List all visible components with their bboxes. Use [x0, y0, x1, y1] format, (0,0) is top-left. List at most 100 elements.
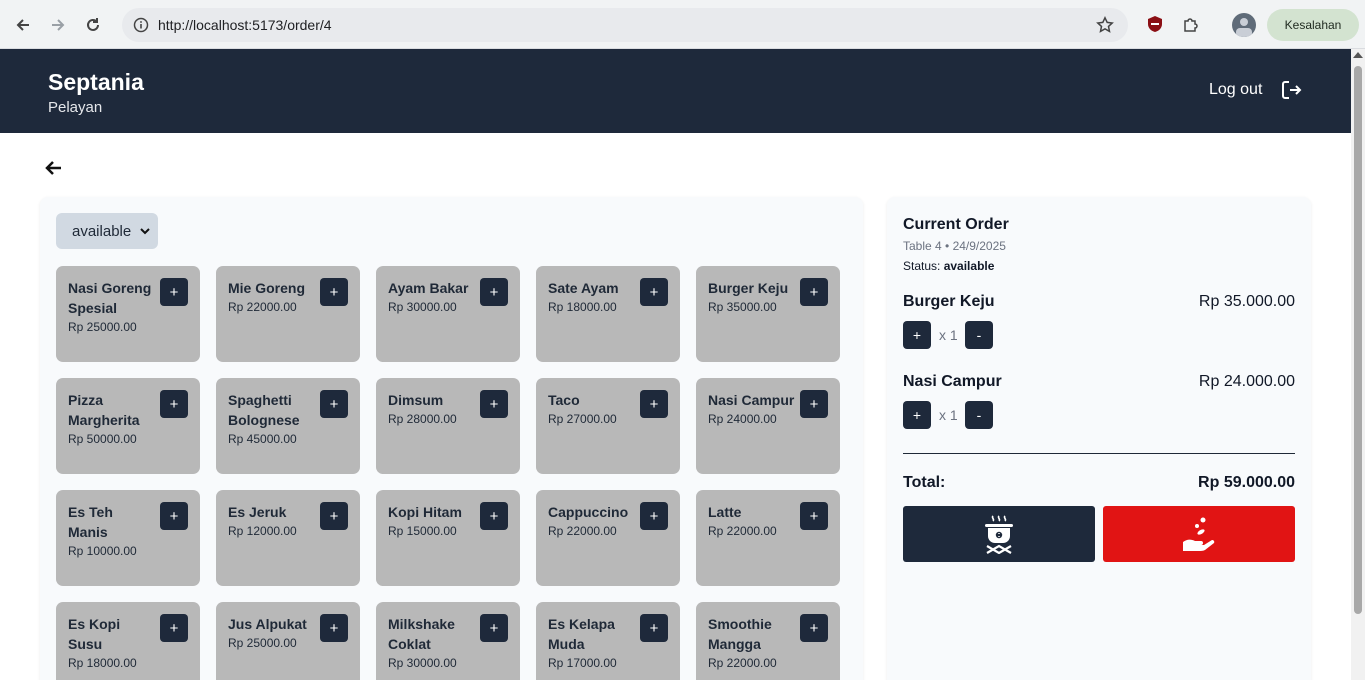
- menu-item-card: Latte Rp 22000.00 +: [696, 490, 840, 586]
- order-item-name: Burger Keju: [903, 293, 995, 310]
- add-item-button[interactable]: +: [480, 502, 508, 530]
- shield-extension-icon[interactable]: [1145, 14, 1165, 34]
- menu-item-name: Milkshake Coklat: [388, 616, 455, 652]
- menu-item-card: Spaghetti Bolognese Rp 45000.00 +: [216, 378, 360, 474]
- menu-grid: Nasi Goreng Spesial Rp 25000.00 + Mie Gore…: [56, 266, 840, 680]
- menu-item-price: Rp 10000.00: [68, 544, 137, 558]
- menu-item-name: Smoothie Mangga: [708, 616, 772, 652]
- menu-item-card: Burger Keju Rp 35000.00 +: [696, 266, 840, 362]
- status-label: Status:: [903, 259, 941, 273]
- increase-qty-button[interactable]: +: [903, 321, 931, 349]
- add-item-button[interactable]: +: [160, 278, 188, 306]
- order-item-price: Rp 24.000.00: [1198, 373, 1295, 390]
- increase-qty-button[interactable]: +: [903, 401, 931, 429]
- app-header: Septania Pelayan Log out: [0, 49, 1365, 133]
- scrollbar-thumb[interactable]: [1354, 66, 1362, 614]
- menu-item-card: Mie Goreng Rp 22000.00 +: [216, 266, 360, 362]
- menu-item-name: Cappuccino: [548, 504, 629, 520]
- add-item-button[interactable]: +: [640, 614, 668, 642]
- menu-panel: available Nasi Goreng Spesial Rp 25000.00…: [40, 197, 863, 680]
- menu-item-card: Es Kelapa Muda Rp 17000.00 +: [536, 602, 680, 680]
- add-item-button[interactable]: +: [480, 278, 508, 306]
- pay-button[interactable]: [1103, 506, 1295, 562]
- order-item-price: Rp 35.000.00: [1198, 293, 1295, 310]
- menu-item-card: Ayam Bakar Rp 30000.00 +: [376, 266, 520, 362]
- menu-item-card: Kopi Hitam Rp 15000.00 +: [376, 490, 520, 586]
- address-bar[interactable]: http://localhost:5173/order/4: [122, 8, 1128, 42]
- add-item-button[interactable]: +: [800, 502, 828, 530]
- menu-item-card: Nasi Goreng Spesial Rp 25000.00 +: [56, 266, 200, 362]
- add-item-button[interactable]: +: [800, 390, 828, 418]
- add-item-button[interactable]: +: [800, 614, 828, 642]
- menu-item-name: Dimsum: [388, 392, 444, 408]
- order-title: Current Order: [903, 216, 1009, 233]
- menu-item-name: Es Kopi Susu: [68, 616, 121, 652]
- user-name: Septania: [48, 69, 144, 95]
- decrease-qty-button[interactable]: -: [965, 401, 993, 429]
- add-item-button[interactable]: +: [800, 278, 828, 306]
- forward-nav-button[interactable]: [45, 12, 71, 38]
- error-chip[interactable]: Kesalahan: [1267, 9, 1359, 41]
- menu-item-card: Milkshake Coklat Rp 30000.00 +: [376, 602, 520, 680]
- menu-item-name: Spaghetti Bolognese: [228, 392, 300, 428]
- menu-item-card: Dimsum Rp 28000.00 +: [376, 378, 520, 474]
- menu-item-name: Nasi Campur: [708, 392, 795, 408]
- reload-button[interactable]: [80, 12, 106, 38]
- logout-button[interactable]: Log out: [1209, 79, 1302, 101]
- bookmark-star-icon[interactable]: [1096, 16, 1114, 34]
- send-to-kitchen-button[interactable]: [903, 506, 1095, 562]
- decrease-qty-button[interactable]: -: [965, 321, 993, 349]
- menu-item-name: Nasi Goreng Spesial: [68, 280, 152, 316]
- add-item-button[interactable]: +: [320, 502, 348, 530]
- add-item-button[interactable]: +: [160, 614, 188, 642]
- arrow-right-icon: [52, 19, 65, 31]
- order-item-name: Nasi Campur: [903, 373, 1002, 390]
- menu-item-price: Rp 17000.00: [548, 656, 617, 670]
- add-item-button[interactable]: +: [320, 390, 348, 418]
- back-nav-button[interactable]: [10, 12, 36, 38]
- menu-item-name: Kopi Hitam: [388, 504, 462, 520]
- menu-item-name: Ayam Bakar: [388, 280, 469, 296]
- add-item-button[interactable]: +: [160, 502, 188, 530]
- status-value: available: [943, 259, 995, 273]
- menu-item-card: Es Kopi Susu Rp 18000.00 +: [56, 602, 200, 680]
- order-divider: [903, 453, 1295, 454]
- menu-item-price: Rp 45000.00: [228, 432, 297, 446]
- add-item-button[interactable]: +: [640, 278, 668, 306]
- menu-item-name: Sate Ayam: [548, 280, 619, 296]
- menu-item-card: Taco Rp 27000.00 +: [536, 378, 680, 474]
- profile-avatar[interactable]: [1232, 13, 1256, 37]
- menu-item-name: Pizza Margherita: [68, 392, 140, 428]
- hand-pay-icon: [1183, 517, 1215, 551]
- add-item-button[interactable]: +: [640, 390, 668, 418]
- add-item-button[interactable]: +: [320, 278, 348, 306]
- scroll-up-arrow-icon[interactable]: [1353, 52, 1363, 58]
- menu-item-card: Cappuccino Rp 22000.00 +: [536, 490, 680, 586]
- menu-item-card: Pizza Margherita Rp 50000.00 +: [56, 378, 200, 474]
- logout-icon: [1282, 81, 1302, 99]
- total-label: Total:: [903, 474, 946, 491]
- add-item-button[interactable]: +: [480, 614, 508, 642]
- add-item-button[interactable]: +: [480, 390, 508, 418]
- site-info-icon[interactable]: [124, 8, 158, 42]
- back-arrow-icon[interactable]: [44, 158, 64, 178]
- menu-item-card: Es Jeruk Rp 12000.00 +: [216, 490, 360, 586]
- puzzle-extensions-icon[interactable]: [1181, 14, 1201, 34]
- add-item-button[interactable]: +: [640, 502, 668, 530]
- cooking-pot-icon: [985, 515, 1013, 554]
- filter-value: available: [72, 222, 132, 240]
- menu-item-name: Mie Goreng: [228, 280, 306, 296]
- menu-item-name: Es Jeruk: [228, 504, 287, 520]
- menu-item-card: Es Teh Manis Rp 10000.00 +: [56, 490, 200, 586]
- menu-item-card: Smoothie Mangga Rp 22000.00 +: [696, 602, 840, 680]
- add-item-button[interactable]: +: [320, 614, 348, 642]
- order-item-qty: x 1: [939, 327, 958, 343]
- add-item-button[interactable]: +: [160, 390, 188, 418]
- current-order-panel: Current Order Table 4 • 24/9/2025 Status…: [887, 197, 1311, 680]
- total-value: Rp 59.000.00: [1198, 474, 1295, 491]
- menu-item-price: Rp 18000.00: [68, 656, 137, 670]
- chevron-down-icon: [140, 228, 150, 235]
- url-text: http://localhost:5173/order/4: [158, 17, 332, 33]
- availability-filter-select[interactable]: available: [56, 213, 158, 249]
- menu-item-price: Rp 50000.00: [68, 432, 137, 446]
